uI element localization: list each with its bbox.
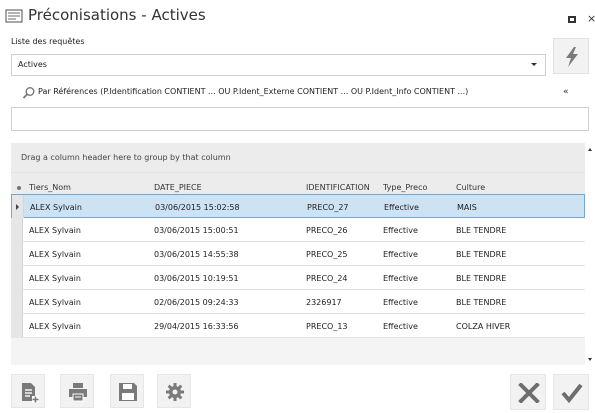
row-indicator[interactable] (11, 314, 23, 338)
window-title: Préconisations - Actives (28, 6, 206, 24)
current-row-arrow-icon (16, 204, 19, 210)
cell-identification[interactable]: 2326917 (306, 298, 342, 307)
cell-date-piece[interactable]: 29/04/2015 16:33:56 (154, 322, 239, 331)
search-icon (22, 85, 36, 99)
cell-culture[interactable]: BLE TENDRE (456, 298, 506, 307)
group-by-hint: Drag a column header here to group by th… (21, 153, 231, 162)
cell-tiers-nom[interactable]: ALEX Sylvain (29, 250, 81, 259)
table-row[interactable]: ALEX Sylvain 03/06/2015 15:00:51 PRECO_26 E… (11, 218, 585, 242)
collapse-icon[interactable]: « (563, 87, 569, 97)
group-by-panel[interactable]: Drag a column header here to group by th… (11, 143, 585, 173)
row-indicator[interactable] (11, 218, 23, 242)
print-icon (69, 383, 87, 402)
cell-type-preco[interactable]: Effective (383, 226, 418, 235)
settings-button[interactable] (157, 374, 191, 408)
lightning-icon (566, 47, 578, 67)
row-indicator[interactable] (11, 242, 23, 266)
cell-tiers-nom[interactable]: ALEX Sylvain (29, 274, 81, 283)
row-indicator[interactable] (12, 195, 24, 219)
cancel-icon (518, 383, 540, 403)
checkmark-icon (561, 383, 583, 403)
title-bar: Préconisations - Actives × (0, 0, 595, 32)
window-icon (5, 8, 25, 24)
cell-tiers-nom[interactable]: ALEX Sylvain (29, 298, 81, 307)
save-icon (119, 383, 137, 401)
results-grid: Drag a column header here to group by th… (11, 143, 585, 365)
table-row[interactable]: ALEX Sylvain 03/06/2015 10:19:51 PRECO_24 E… (11, 266, 585, 290)
column-header-tiers-nom[interactable]: Tiers_Nom (29, 183, 71, 192)
cell-type-preco[interactable]: Effective (384, 203, 419, 212)
filter-description: Par Références (P.Identification CONTIEN… (38, 87, 469, 96)
cell-type-preco[interactable]: Effective (383, 322, 418, 331)
cell-date-piece[interactable]: 03/06/2015 14:55:38 (154, 250, 239, 259)
filter-row: Par Références (P.Identification CONTIEN… (22, 85, 542, 101)
cell-date-piece[interactable]: 03/06/2015 15:00:51 (154, 226, 239, 235)
print-button[interactable] (60, 374, 94, 408)
cell-type-preco[interactable]: Effective (383, 298, 418, 307)
cell-date-piece[interactable]: 02/06/2015 09:24:33 (154, 298, 239, 307)
chevron-down-icon[interactable] (531, 63, 537, 66)
settings-icon (166, 383, 184, 401)
cell-type-preco[interactable]: Effective (383, 274, 418, 283)
request-list-label: Liste des requêtes (11, 37, 85, 46)
cancel-button[interactable] (510, 374, 546, 410)
scroll-up-icon[interactable] (588, 148, 592, 151)
cell-culture[interactable]: BLE TENDRE (456, 250, 506, 259)
cell-identification[interactable]: PRECO_24 (306, 274, 348, 283)
table-row[interactable]: ALEX Sylvain 03/06/2015 15:02:58 PRECO_27 E… (11, 194, 585, 219)
cell-tiers-nom[interactable]: ALEX Sylvain (29, 226, 81, 235)
cell-identification[interactable]: PRECO_25 (306, 250, 348, 259)
cell-identification[interactable]: PRECO_26 (306, 226, 348, 235)
new-button[interactable] (11, 374, 45, 408)
cell-tiers-nom[interactable]: ALEX Sylvain (30, 203, 82, 212)
vertical-scrollbar[interactable] (585, 143, 595, 365)
execute-request-button[interactable] (553, 38, 589, 74)
table-row[interactable]: ALEX Sylvain 03/06/2015 14:55:38 PRECO_25 E… (11, 242, 585, 266)
save-button[interactable] (110, 374, 144, 408)
maximize-button[interactable] (568, 16, 576, 23)
validate-button[interactable] (553, 374, 589, 410)
row-indicator[interactable] (11, 290, 23, 314)
row-indicator-icon (17, 186, 21, 190)
scroll-down-icon[interactable] (588, 358, 592, 361)
cell-date-piece[interactable]: 03/06/2015 10:19:51 (154, 274, 239, 283)
cell-culture[interactable]: COLZA HIVER (456, 322, 510, 331)
cell-culture[interactable]: BLE TENDRE (456, 274, 506, 283)
request-select[interactable]: Actives (11, 54, 546, 76)
column-header-type-preco[interactable]: Type_Preco (383, 183, 427, 192)
table-row[interactable]: ALEX Sylvain 02/06/2015 09:24:33 2326917 Ef… (11, 290, 585, 314)
cell-identification[interactable]: PRECO_13 (306, 322, 348, 331)
cell-culture[interactable]: MAIS (457, 203, 477, 212)
request-select-value: Actives (18, 60, 47, 69)
column-header-identification[interactable]: IDENTIFICATION (306, 183, 370, 192)
column-header-date-piece[interactable]: DATE_PIECE (154, 183, 202, 192)
cell-tiers-nom[interactable]: ALEX Sylvain (29, 322, 81, 331)
filter-input[interactable] (11, 107, 589, 131)
column-header-culture[interactable]: Culture (456, 183, 485, 192)
cell-identification[interactable]: PRECO_27 (307, 203, 349, 212)
cell-culture[interactable]: BLE TENDRE (456, 226, 506, 235)
new-document-icon (22, 383, 39, 403)
cell-type-preco[interactable]: Effective (383, 250, 418, 259)
row-indicator[interactable] (11, 266, 23, 290)
table-row[interactable]: ALEX Sylvain 29/04/2015 16:33:56 PRECO_13 E… (11, 314, 585, 338)
cell-date-piece[interactable]: 03/06/2015 15:02:58 (155, 203, 240, 212)
close-button[interactable]: × (587, 13, 595, 25)
